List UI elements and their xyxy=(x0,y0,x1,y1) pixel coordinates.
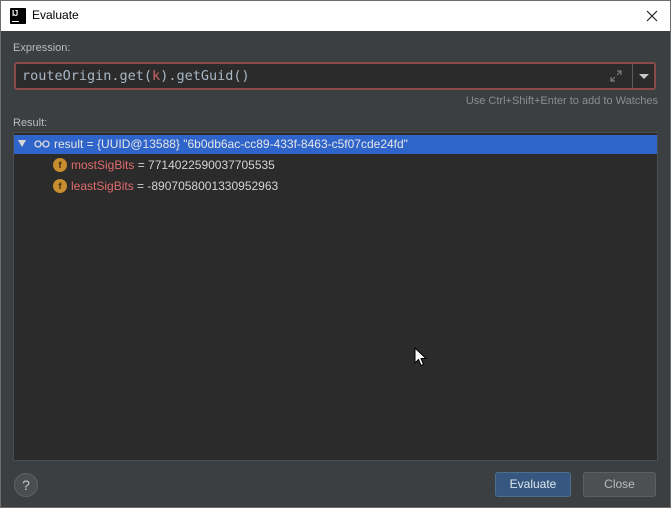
field-name: leastSigBits xyxy=(71,179,134,193)
mouse-cursor-icon xyxy=(414,347,428,367)
watches-hint: Use Ctrl+Shift+Enter to add to Watches xyxy=(465,95,658,107)
help-button[interactable]: ? xyxy=(14,473,38,497)
expression-label: Expression: xyxy=(13,42,71,54)
field-icon: f xyxy=(53,158,67,172)
field-icon: f xyxy=(53,179,67,193)
close-button[interactable]: Close xyxy=(583,472,656,497)
expand-icon[interactable] xyxy=(609,69,623,83)
close-icon[interactable] xyxy=(642,6,662,26)
collapse-triangle-icon[interactable] xyxy=(18,140,26,147)
title-bar: IJ Evaluate xyxy=(0,0,671,31)
result-tree[interactable]: result = {UUID@13588} "6b0db6ac-cc89-433… xyxy=(13,132,658,461)
tree-row[interactable]: f mostSigBits = 7714022590037705535 xyxy=(14,156,657,175)
result-root-text: result = {UUID@13588} "6b0db6ac-cc89-433… xyxy=(54,137,408,151)
expression-error-token: k xyxy=(152,68,161,84)
intellij-icon: IJ xyxy=(10,8,26,24)
watch-glasses-icon xyxy=(34,140,50,148)
window-title: Evaluate xyxy=(32,8,79,22)
tree-row[interactable]: f leastSigBits = -8907058001330952963 xyxy=(14,177,657,196)
field-value: 7714022590037705535 xyxy=(148,158,275,172)
equals-sign: = xyxy=(133,179,148,193)
expression-input[interactable]: routeOrigin.get(k).getGuid() xyxy=(14,62,656,90)
field-value: -8907058001330952963 xyxy=(147,179,279,193)
result-label: Result: xyxy=(13,117,48,129)
history-dropdown-button[interactable] xyxy=(633,64,654,88)
result-root-row[interactable]: result = {UUID@13588} "6b0db6ac-cc89-433… xyxy=(14,135,657,154)
evaluate-button[interactable]: Evaluate xyxy=(495,472,571,497)
expression-text[interactable]: routeOrigin.get(k).getGuid() xyxy=(22,68,250,84)
field-name: mostSigBits xyxy=(71,158,135,172)
equals-sign: = xyxy=(134,158,149,172)
